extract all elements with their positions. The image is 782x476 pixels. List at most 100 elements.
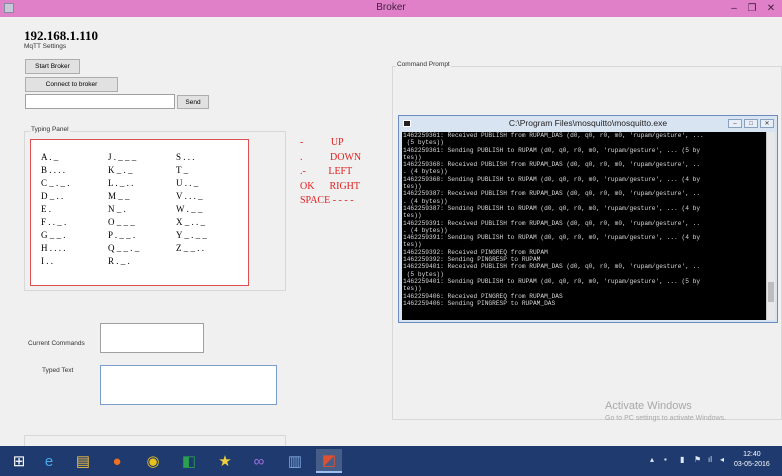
taskbar: ⊞ e ▤ ● ◉ ◧ ★ ∞ ▥ ◩ ▴ ▪ ▮ ⚑ ıl ◂ 12:40 03-05-2016 <box>0 446 782 476</box>
morse-entry: U . . _ <box>176 178 199 188</box>
close-button[interactable]: ✕ <box>762 0 780 17</box>
morse-entry: B . . . . <box>41 165 66 175</box>
morse-entry: W . _ _ <box>176 204 203 214</box>
windows-start-icon[interactable]: ⊞ <box>6 449 32 473</box>
console-line: 1462259406: Sending PINGRESP to RUPAM_DA… <box>403 299 556 307</box>
internet-explorer-icon[interactable]: e <box>36 449 62 473</box>
clock-time: 12:40 <box>743 451 761 458</box>
console-line: tes)) <box>403 241 422 249</box>
tray-flag-icon[interactable]: ⚑ <box>694 455 701 464</box>
console-maximize-button[interactable]: □ <box>744 119 758 128</box>
maximize-button[interactable]: ❐ <box>743 0 761 17</box>
console-line: 1462259368: Sending PUBLISH to RUPAM (d0… <box>403 175 701 183</box>
console-minimize-button[interactable]: – <box>728 119 742 128</box>
morse-entry: S . . . <box>176 152 195 162</box>
console-line: 1462259361: Sending PUBLISH to RUPAM (d0… <box>403 146 701 154</box>
morse-entry: J . _ _ _ <box>108 152 137 162</box>
console-line: 1462259387: Received PUBLISH from RUPAM_… <box>403 190 701 198</box>
document-app-icon[interactable]: ▥ <box>282 449 308 473</box>
file-explorer-icon[interactable]: ▤ <box>70 449 96 473</box>
tray-arrow-icon[interactable]: ▴ <box>650 455 654 464</box>
console-line: tes)) <box>403 153 422 161</box>
tray-signal-icon[interactable]: ıl <box>708 455 712 464</box>
broker-app-icon[interactable]: ◩ <box>316 449 342 473</box>
clock-date: 03-05-2016 <box>734 461 770 468</box>
console-line: 1462259401: Sending PUBLISH to RUPAM (d0… <box>403 277 701 285</box>
legend-left: .- LEFT <box>300 166 353 177</box>
console-scrollbar[interactable] <box>766 132 775 320</box>
morse-entry: K _ . _ <box>108 165 133 175</box>
console-output: 1462259361: Received PUBLISH from RUPAM_… <box>402 132 766 320</box>
tray-app-icon[interactable]: ▪ <box>664 455 667 464</box>
console-line: . (4 bytes)) <box>403 168 448 176</box>
visual-studio-icon[interactable]: ∞ <box>246 449 272 473</box>
bottom-group <box>24 435 286 446</box>
mqtt-settings-label: MqTT Settings <box>24 43 67 50</box>
morse-entry: Z _ _ . . <box>176 243 204 253</box>
console-line: 1462259391: Received PUBLISH from RUPAM_… <box>403 219 701 227</box>
current-commands-field[interactable] <box>100 323 204 353</box>
morse-entry: Y _ . _ _ <box>176 230 207 240</box>
tray-network-icon[interactable]: ▮ <box>680 455 684 464</box>
console-line: (5 bytes)) <box>403 139 444 147</box>
media-app-icon[interactable]: ★ <box>212 449 238 473</box>
morse-entry: G _ _ . <box>41 230 66 240</box>
legend-space: SPACE - - - - <box>300 195 354 206</box>
morse-entry: I . . <box>41 256 53 266</box>
console-line: tes)) <box>403 183 422 191</box>
morse-entry: V . . . _ <box>176 191 203 201</box>
firefox-icon[interactable]: ● <box>104 449 130 473</box>
title-bar: Broker – ❐ ✕ <box>0 0 782 17</box>
command-prompt-label: Command Prompt <box>396 61 451 68</box>
morse-entry: Q _ _ . _ <box>108 243 140 253</box>
morse-code-panel: A . _ B . . . . C _ . _ . D _ . . E . F … <box>30 139 249 286</box>
console-line: . (4 bytes)) <box>403 197 448 205</box>
console-line: 1462259361: Received PUBLISH from RUPAM_… <box>403 132 704 139</box>
send-button[interactable]: Send <box>177 95 209 109</box>
morse-entry: P . _ _ . <box>108 230 136 240</box>
morse-entry: E . <box>41 204 51 214</box>
activate-windows-watermark: Activate Windows Go to PC settings to ac… <box>605 400 726 422</box>
console-line: tes)) <box>403 285 422 293</box>
morse-entry: H . . . . <box>41 243 66 253</box>
console-window[interactable]: C:\Program Files\mosquitto\mosquitto.exe… <box>398 115 778 323</box>
morse-entry: O _ _ _ <box>108 217 135 227</box>
typed-text-label: Typed Text <box>42 367 74 374</box>
morse-entry: R . _ . <box>108 256 130 266</box>
green-app-icon[interactable]: ◧ <box>176 449 202 473</box>
taskbar-clock[interactable]: 12:40 03-05-2016 <box>734 450 770 470</box>
console-line: 1462259391: Sending PUBLISH to RUPAM (d0… <box>403 234 701 242</box>
morse-entry: X _ . . _ <box>176 217 205 227</box>
morse-entry: L . _ . . <box>108 178 134 188</box>
console-line: 1462259406: Received PINGREQ from RUPAM_… <box>403 292 563 300</box>
console-line: . (4 bytes)) <box>403 226 448 234</box>
current-commands-label: Current Commands <box>28 340 85 347</box>
morse-entry: A . _ <box>41 152 59 162</box>
console-title: C:\Program Files\mosquitto\mosquitto.exe <box>508 118 668 128</box>
activate-subtitle: Go to PC settings to activate Windows. <box>605 415 726 422</box>
broker-ip: 192.168.1.110 <box>24 28 99 43</box>
morse-entry: D _ . . <box>41 191 64 201</box>
morse-entry: C _ . _ . <box>41 178 70 188</box>
legend-down: . DOWN <box>300 152 362 163</box>
start-broker-button[interactable]: Start Broker <box>25 59 80 74</box>
typed-text-area[interactable] <box>100 365 277 405</box>
console-line: 1462259387: Sending PUBLISH to RUPAM (d0… <box>403 204 701 212</box>
console-close-button[interactable]: ✕ <box>760 119 774 128</box>
morse-entry: N _ . <box>108 204 126 214</box>
console-line: tes)) <box>403 212 422 220</box>
activate-title: Activate Windows <box>605 400 692 412</box>
tray-volume-icon[interactable]: ◂ <box>720 455 724 464</box>
connect-broker-button[interactable]: Connect to broker <box>25 77 118 92</box>
console-scrollbar-thumb[interactable] <box>768 282 774 302</box>
message-input[interactable] <box>25 94 175 109</box>
console-line: 1462259401: Received PUBLISH from RUPAM_… <box>403 263 701 271</box>
window-title: Broker <box>376 2 406 13</box>
console-line: 1462259392: Sending PINGRESP to RUPAM <box>403 256 541 264</box>
chrome-icon[interactable]: ◉ <box>140 449 166 473</box>
morse-entry: F . . _ . <box>41 217 67 227</box>
legend-right: OK RIGHT <box>300 181 360 192</box>
minimize-button[interactable]: – <box>725 0 743 17</box>
console-line: 1462259368: Received PUBLISH from RUPAM_… <box>403 161 701 169</box>
legend-up: - UP <box>300 137 344 148</box>
